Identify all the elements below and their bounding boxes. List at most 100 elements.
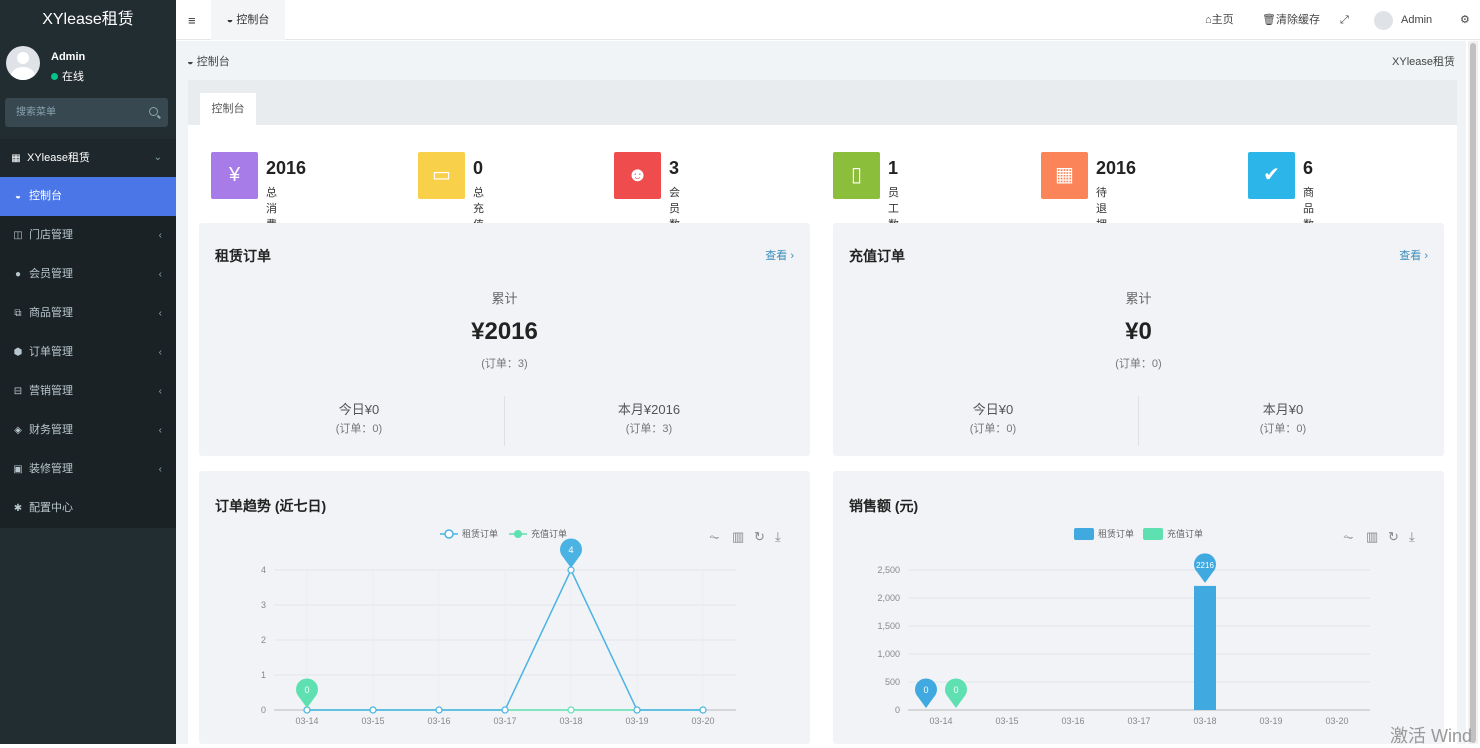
sales-card: 销售额 (元) 租赁订单 充值订单 ⏦ ▥ ↻ ⤓ 0 500 1,000 1,500… — [833, 471, 1444, 744]
x-tick-label: 03-14 — [295, 716, 318, 726]
data-point — [501, 706, 509, 714]
y-tick-label: 1,000 — [877, 649, 900, 659]
sidebar-item-store[interactable]: ◫ 门店管理 ‹ — [0, 216, 176, 255]
home-icon: ⌂ — [1205, 14, 1212, 26]
sidebar-item-label: 营销管理 — [29, 385, 73, 397]
bar-chart-tool-icon[interactable]: ▥ — [732, 529, 744, 544]
legend-rental-label[interactable]: 租赁订单 — [1098, 528, 1134, 539]
sidebar: XYlease租赁 Admin 在线 ▦ XYlease租赁 ⌄ ◒ 控制台 ◫ 门店管… — [0, 0, 176, 744]
check-icon: ✔ — [1248, 152, 1295, 199]
total-orders: (订单：0) — [1115, 358, 1162, 370]
month-amount: 本月¥2016 — [617, 402, 681, 417]
refresh-icon[interactable]: ↻ — [1388, 529, 1399, 544]
admin-avatar[interactable] — [1374, 11, 1393, 30]
chevron-left-icon: ‹ — [158, 464, 162, 475]
sidebar-item-decoration[interactable]: ▣ 装修管理 ‹ — [0, 450, 176, 489]
x-tick-label: 03-18 — [559, 716, 582, 726]
x-tick-label: 03-15 — [995, 716, 1018, 726]
windows-activation-watermark: 激活 Wind — [1390, 726, 1473, 746]
today-amount: 今日¥0 — [972, 402, 1014, 417]
y-tick-label: 1 — [261, 670, 266, 680]
tab-dashboard-card[interactable]: 控制台 — [200, 93, 256, 125]
min-value-pin-label: 0 — [923, 685, 928, 695]
min-value-pin-label: 0 — [953, 685, 958, 695]
search-input[interactable] — [5, 98, 135, 127]
chevron-left-icon: ‹ — [158, 386, 162, 397]
data-point — [633, 706, 641, 714]
total-label: 累计 — [1125, 291, 1152, 306]
x-tick-label: 03-15 — [361, 716, 384, 726]
sidebar-item-goods[interactable]: ⧉ 商品管理 ‹ — [0, 294, 176, 333]
sidebar-item-finance[interactable]: ◈ 财务管理 ‹ — [0, 411, 176, 450]
view-link[interactable]: 查看 › — [1399, 247, 1428, 263]
yen-icon: ¥ — [211, 152, 258, 199]
month-orders: (订单：3) — [625, 423, 673, 435]
sidebar-item-label: 订单管理 — [29, 346, 73, 358]
topbar: ≡ ◒ 控制台 ⌂主页 🗑︎清除缓存 ⤢ Admin ⚙ — [176, 0, 1480, 40]
user-panel: Admin 在线 — [0, 40, 176, 90]
sidebar-item-marketing[interactable]: ⊟ 营销管理 ‹ — [0, 372, 176, 411]
grid-icon: ▦ — [1041, 152, 1088, 199]
stat-value: 3 — [669, 158, 680, 178]
view-link[interactable]: 查看 › — [765, 247, 794, 263]
menu-header[interactable]: ▦ XYlease租赁 ⌄ — [0, 139, 176, 177]
search-icon[interactable] — [149, 107, 158, 116]
admin-name[interactable]: Admin — [1401, 0, 1432, 40]
settings-icon[interactable]: ⚙ — [1460, 0, 1470, 40]
tab-dashboard[interactable]: ◒ 控制台 — [211, 0, 285, 40]
rental-order-card: 租赁订单 查看 › 累计 ¥2016 (订单：3) 今日¥0 (订单：0) 本月… — [199, 223, 810, 456]
download-icon[interactable]: ⤓ — [775, 529, 781, 544]
bar — [1194, 585, 1216, 710]
dashboard-icon: ◒ — [226, 14, 237, 26]
refresh-icon[interactable]: ↻ — [754, 529, 765, 544]
dashboard-icon: ◒ — [187, 56, 197, 68]
y-tick-label: 4 — [261, 565, 266, 575]
order-trend-card: 订单趋势 (近七日) 租赁订单 充值订单 ⏦ ▥ ↻ ⤓ 0 1 2 3 4 03-14 0… — [199, 471, 810, 744]
sidebar-item-label: 配置中心 — [29, 502, 73, 514]
bar-chart-tool-icon[interactable]: ▥ — [1366, 529, 1378, 544]
scrollbar-thumb[interactable] — [1470, 43, 1476, 743]
x-tick-label: 03-14 — [929, 716, 952, 726]
x-tick-label: 03-20 — [1325, 716, 1348, 726]
menu-toggle-icon[interactable]: ≡ — [188, 13, 196, 28]
sidebar-item-orders[interactable]: ⬢ 订单管理 ‹ — [0, 333, 176, 372]
today-amount: 今日¥0 — [338, 402, 380, 417]
users-icon: ☻ — [614, 152, 661, 199]
download-icon[interactable]: ⤓ — [1409, 529, 1415, 544]
stat-value: 0 — [473, 158, 484, 178]
legend-recharge-label[interactable]: 充值订单 — [1167, 528, 1203, 539]
user-status: 在线 — [51, 68, 84, 84]
line-chart-tool-icon[interactable]: ⏦ — [709, 529, 720, 544]
dashboard-icon: ◒ — [14, 191, 22, 202]
main-content: ◒ 控制台 XYlease租赁 控制台 ¥ 2016 总消费 ▭ 0 总充值 ☻… — [176, 41, 1466, 744]
legend-recharge-label[interactable]: 充值订单 — [531, 528, 567, 539]
avatar — [6, 46, 40, 80]
brand-logo[interactable]: XYlease租赁 — [0, 0, 176, 40]
breadcrumb-label: 控制台 — [196, 56, 230, 68]
user-icon: ● — [14, 269, 22, 280]
gear-icon: ✱ — [13, 503, 23, 514]
sidebar-menu: ▦ XYlease租赁 ⌄ ◒ 控制台 ◫ 门店管理 ‹ ● 会员管理 ‹ ⧉ 商品管理 ‹ ⬢ 订… — [0, 139, 176, 528]
x-tick-label: 03-17 — [493, 716, 516, 726]
sidebar-item-members[interactable]: ● 会员管理 ‹ — [0, 255, 176, 294]
sidebar-item-label: 财务管理 — [29, 424, 73, 436]
data-point — [369, 706, 377, 714]
decoration-icon: ▣ — [13, 464, 23, 475]
clear-cache-link[interactable]: 🗑︎清除缓存 — [1262, 0, 1320, 40]
sidebar-item-dashboard[interactable]: ◒ 控制台 — [0, 177, 176, 216]
sidebar-item-label: 装修管理 — [29, 463, 73, 475]
home-label: 主页 — [1211, 14, 1234, 26]
data-point — [699, 706, 707, 714]
chevron-left-icon: ‹ — [158, 308, 162, 319]
line-chart-tool-icon[interactable]: ⏦ — [1343, 529, 1354, 544]
sidebar-item-config[interactable]: ✱ 配置中心 — [0, 489, 176, 528]
fullscreen-icon[interactable]: ⤢ — [1340, 0, 1349, 40]
legend-rental-label[interactable]: 租赁订单 — [462, 528, 498, 539]
home-link[interactable]: ⌂主页 — [1205, 0, 1234, 40]
store-icon: ◫ — [13, 230, 23, 241]
month-amount: 本月¥0 — [1262, 402, 1304, 417]
sidebar-item-label: 商品管理 — [29, 307, 73, 319]
y-tick-label: 3 — [261, 600, 266, 610]
sidebar-item-label: 门店管理 — [29, 229, 73, 241]
y-tick-label: 2,000 — [877, 593, 900, 603]
